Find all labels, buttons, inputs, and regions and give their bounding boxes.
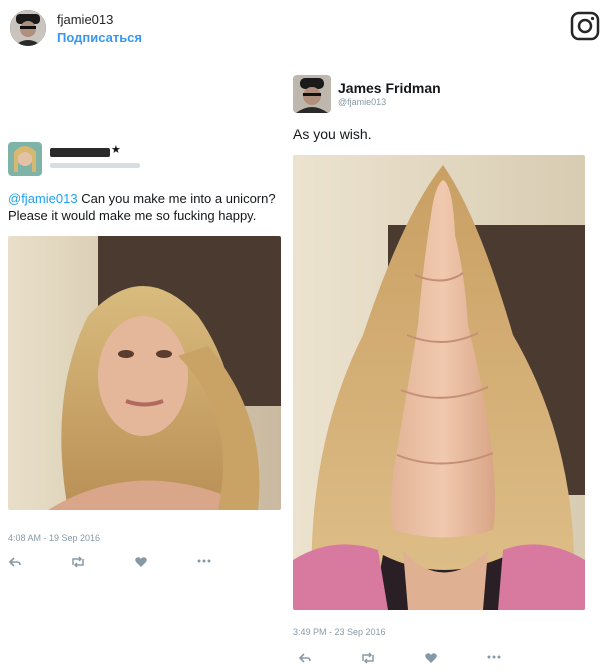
reply-tweet-text: As you wish. xyxy=(293,126,372,142)
original-tweet: ★ @fjamie013 Can you make me into a unic… xyxy=(0,130,288,610)
follow-button[interactable]: Подписаться xyxy=(57,30,142,45)
tweet-author-avatar[interactable] xyxy=(8,142,42,176)
reply-timestamp[interactable]: 3:49 PM - 23 Sep 2016 xyxy=(293,627,386,637)
reply-author-handle[interactable]: @fjamie013 xyxy=(338,97,386,107)
more-icon[interactable] xyxy=(486,654,502,660)
reply-author-avatar[interactable] xyxy=(293,75,331,113)
reply-icon[interactable] xyxy=(8,555,22,569)
header-avatar[interactable] xyxy=(10,10,46,46)
redacted-name xyxy=(50,148,110,157)
instagram-icon[interactable] xyxy=(570,11,600,41)
reply-author-name[interactable]: James Fridman xyxy=(338,80,441,96)
more-icon[interactable] xyxy=(196,558,212,564)
tweet-photo-edited[interactable] xyxy=(293,155,585,610)
header-username[interactable]: fjamie013 xyxy=(57,12,113,27)
retweet-icon[interactable] xyxy=(70,555,86,569)
retweet-icon[interactable] xyxy=(360,651,376,665)
star-icon: ★ xyxy=(111,144,121,156)
redacted-handle xyxy=(50,163,140,168)
reply-tweet: James Fridman @fjamie013 As you wish. 3:… xyxy=(288,62,600,672)
tweet-actions xyxy=(8,555,278,571)
reply-actions xyxy=(298,651,578,667)
tweet-timestamp[interactable]: 4:08 AM - 19 Sep 2016 xyxy=(8,533,100,543)
reply-icon[interactable] xyxy=(298,651,312,665)
mention-link[interactable]: @fjamie013 xyxy=(8,191,78,206)
tweet-photo-original[interactable] xyxy=(8,236,281,510)
tweet-body: @fjamie013 Can you make me into a unicor… xyxy=(8,190,286,224)
like-icon[interactable] xyxy=(134,555,148,569)
like-icon[interactable] xyxy=(424,651,438,665)
